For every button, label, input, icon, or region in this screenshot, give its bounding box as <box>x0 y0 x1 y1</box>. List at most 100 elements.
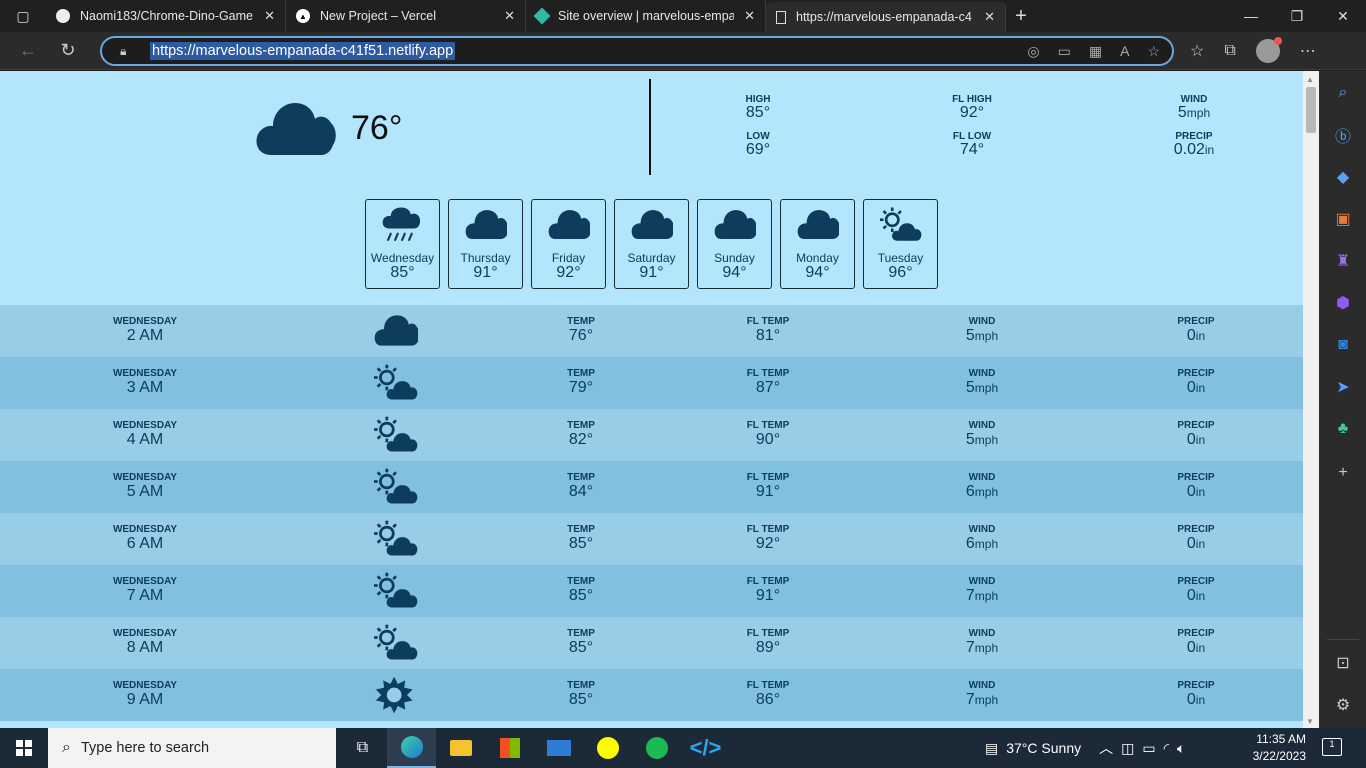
tab-actions-icon[interactable]: ▢ <box>0 0 46 32</box>
show-hidden-icon[interactable]: ︿ <box>1099 738 1113 758</box>
precip-label: PRECIP <box>1177 472 1215 483</box>
close-tab-icon[interactable]: ✕ <box>744 8 755 24</box>
day-temp: 94° <box>805 264 830 281</box>
hour-precip-cell: PRECIP 0in <box>1136 473 1256 501</box>
collections-icon[interactable]: ⧉ <box>1224 42 1235 60</box>
day-temp: 85° <box>390 264 415 281</box>
search-icon[interactable]: ⌕ <box>1331 81 1355 105</box>
tab-vercel[interactable]: ▲ New Project – Vercel ✕ <box>286 0 526 32</box>
add-icon[interactable]: + <box>1331 461 1355 485</box>
restore-icon[interactable]: ❐ <box>1274 8 1320 25</box>
hour-icon-cell <box>374 571 418 611</box>
hour-fl-cell: FL TEMP 87° <box>708 369 828 397</box>
hour-precip-value: 0in <box>1136 587 1256 605</box>
minimize-icon[interactable]: — <box>1228 8 1274 25</box>
profile-avatar[interactable] <box>1255 37 1282 63</box>
close-tab-icon[interactable]: ✕ <box>984 9 995 25</box>
notification-count: 1 <box>1329 739 1335 749</box>
lock-icon[interactable]: 🔒︎ <box>120 44 140 59</box>
hour-precip: 0 <box>1186 691 1196 708</box>
hour-temp-cell: TEMP 76° <box>521 317 641 345</box>
precip-label: PRECIP <box>1177 368 1215 379</box>
edge-icon[interactable] <box>387 728 436 768</box>
meet-icon[interactable]: ◫ <box>1121 740 1134 757</box>
cloud-icon <box>374 315 420 346</box>
tag-icon[interactable]: ◆ <box>1331 165 1355 189</box>
back-icon[interactable]: ← <box>8 40 48 61</box>
hour-row: WEDNESDAY 2 AM TEMP 76° FL TEMP 81° WIND 5mph PR… <box>0 305 1303 357</box>
settings-icon[interactable]: ⚙ <box>1331 693 1355 717</box>
day-name: Wednesday <box>370 251 435 265</box>
outlook-icon[interactable]: ◙ <box>1331 333 1355 357</box>
precip-unit: in <box>1195 589 1206 603</box>
send-icon[interactable]: ➤ <box>1331 375 1355 399</box>
start-button[interactable] <box>0 728 48 768</box>
vscode-icon[interactable]: </> <box>681 728 730 768</box>
read-aloud-icon[interactable]: A <box>1120 43 1129 60</box>
location-icon[interactable]: ◎ <box>1027 43 1039 60</box>
tree-icon[interactable]: ♣ <box>1331 417 1355 441</box>
hour-temp-cell: TEMP 82° <box>521 421 641 449</box>
hour-temp-cell: TEMP 85° <box>521 577 641 605</box>
clock-date: 3/22/2023 <box>1252 749 1306 763</box>
clock[interactable]: 11:35 AM 3/22/2023 <box>1250 731 1306 765</box>
games-icon[interactable]: ♜ <box>1331 249 1355 273</box>
hour-wind-cell: WIND 7mph <box>922 629 1042 657</box>
weather-widget-icon[interactable]: ▤ <box>985 740 998 757</box>
battery-icon[interactable]: ▭ <box>1142 740 1155 757</box>
tab-github[interactable]: Naomi183/Chrome-Dino-Game ✕ <box>46 0 286 32</box>
add-favorite-icon[interactable]: ☆ <box>1147 43 1160 60</box>
more-menu-icon[interactable]: ⋯ <box>1300 41 1316 61</box>
partly-cloudy-icon <box>374 468 418 504</box>
day-card: Wednesday 85° <box>365 199 440 289</box>
fl-label: FL TEMP <box>746 420 790 431</box>
app-available-icon[interactable]: ▭ <box>1058 43 1071 60</box>
hide-sidebar-icon[interactable]: ⊡ <box>1331 651 1355 675</box>
bing-icon[interactable]: ⓑ <box>1331 123 1355 147</box>
new-tab-button[interactable]: + <box>1006 5 1036 28</box>
precip-unit: in <box>1195 329 1206 343</box>
refresh-icon[interactable]: ↻ <box>48 40 88 61</box>
scroll-thumb[interactable] <box>1306 87 1316 133</box>
hour-fl-cell: FL TEMP 81° <box>708 317 828 345</box>
hour-wind: 6 <box>965 535 975 552</box>
hour-wind: 6 <box>965 483 975 500</box>
task-view-icon[interactable]: ⧉ <box>338 728 387 768</box>
office-icon[interactable]: ⬢ <box>1331 291 1355 315</box>
precip-label: PRECIP <box>1177 576 1215 587</box>
weather-text[interactable]: 37°C Sunny <box>1006 740 1081 756</box>
hour-row: WEDNESDAY 4 AM TEMP 82° FL TEMP 90° WIND 5mph PR… <box>0 409 1303 461</box>
wifi-icon[interactable]: ◜ <box>1164 740 1169 757</box>
tab-current[interactable]: https://marvelous-empanada-c4 ✕ <box>766 2 1006 32</box>
scroll-up-icon[interactable]: ▲ <box>1306 75 1314 84</box>
close-tab-icon[interactable]: ✕ <box>264 8 275 24</box>
mail-icon[interactable] <box>534 728 583 768</box>
page-scrollbar[interactable]: ▲ ▼ <box>1303 71 1319 728</box>
partly-cloudy-icon <box>374 364 418 400</box>
taskbar-search[interactable]: ⌕ Type here to search <box>48 728 336 768</box>
wind-stat: WIND 5mph <box>1139 94 1249 121</box>
tab-netlify[interactable]: Site overview | marvelous-empan ✕ <box>526 0 766 32</box>
browser-toolbar: ← ↻ 🔒︎ https://marvelous-empanada-c41f51… <box>0 32 1366 70</box>
spotify-icon[interactable] <box>632 728 681 768</box>
hour-fl-cell: FL TEMP 86° <box>708 681 828 709</box>
hour-precip-cell: PRECIP 0in <box>1136 681 1256 709</box>
favorites-icon[interactable]: ☆ <box>1190 41 1204 61</box>
scroll-down-icon[interactable]: ▼ <box>1306 717 1314 726</box>
file-explorer-icon[interactable] <box>436 728 485 768</box>
grid-icon[interactable]: ▦ <box>1089 43 1102 60</box>
notification-icon[interactable]: 1 <box>1322 738 1342 756</box>
temp-label: TEMP <box>567 524 595 535</box>
tools-icon[interactable]: ▣ <box>1331 207 1355 231</box>
day-card: Tuesday 96° <box>863 199 938 289</box>
close-window-icon[interactable]: ✕ <box>1320 8 1366 25</box>
volume-icon[interactable]: 🔈︎ <box>1177 740 1185 757</box>
store-icon[interactable] <box>485 728 534 768</box>
hour-row: WEDNESDAY 3 AM TEMP 79° FL TEMP 87° WIND 5mph PR… <box>0 357 1303 409</box>
address-bar[interactable]: 🔒︎ https://marvelous-empanada-c41f51.net… <box>100 36 1174 66</box>
close-tab-icon[interactable]: ✕ <box>504 8 515 24</box>
url-text[interactable]: https://marvelous-empanada-c41f51.netlif… <box>150 42 456 60</box>
cloud-icon <box>797 210 840 239</box>
partly-cloudy-icon <box>879 207 921 241</box>
snapchat-icon[interactable] <box>583 728 632 768</box>
